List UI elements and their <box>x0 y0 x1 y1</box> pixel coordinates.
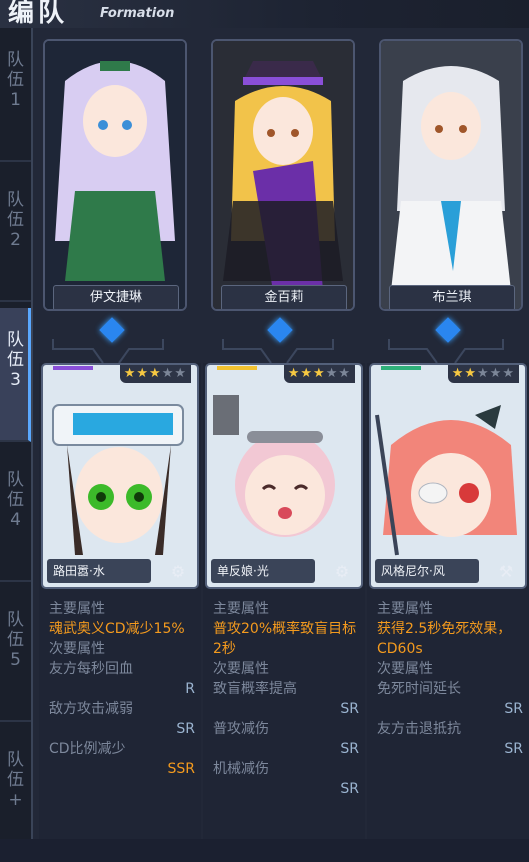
equipment-card-1[interactable]: ★★★★★ 路田嚣·水 ⚙ 主要属性 魂武奥义CD减少15% 次要属性 友方每秒… <box>39 363 201 839</box>
equipment-art <box>213 395 335 537</box>
sub-attr-text: 致盲概率提高 <box>213 681 297 697</box>
equipment-stats: 主要属性 普攻20%概率致盲目标2秒 次要属性 致盲概率提高 SR 普攻减伤 S… <box>213 599 359 799</box>
sub-attr-header: 次要属性 <box>49 641 105 657</box>
sub-attr-text: 友方击退抵抗 <box>377 721 461 737</box>
equipment-art <box>52 404 184 555</box>
sub-attr-grade: SR <box>176 721 195 737</box>
main-attr-header: 主要属性 <box>49 601 105 617</box>
sub-attr-text: 友方每秒回血 <box>49 661 133 677</box>
character-card-2[interactable]: 金百莉 <box>211 39 355 343</box>
star-rating: ★★★★★ <box>283 365 355 383</box>
main-attr-value: 魂武奥义CD减少15% <box>49 621 185 637</box>
sub-attr-grade: SSR <box>167 761 195 777</box>
character-portrait-art <box>45 41 185 309</box>
sub-attr-grade: SR <box>504 741 523 757</box>
equipment-name: 单反娘·光 <box>211 559 315 583</box>
star-rating: ★★★★★ <box>447 365 519 383</box>
sub-attr-grade: SR <box>340 701 359 717</box>
main-attr-value: 普攻20%概率致盲目标2秒 <box>213 621 357 657</box>
equipment-name: 路田嚣·水 <box>47 559 151 583</box>
character-name: 布兰琪 <box>389 285 515 309</box>
sub-attr-text: 普攻减伤 <box>213 721 269 737</box>
tab-team-add[interactable]: 队 伍 + <box>0 728 31 862</box>
sub-attr-grade: SR <box>340 781 359 797</box>
equipment-stats: 主要属性 魂武奥义CD减少15% 次要属性 友方每秒回血 R 敌方攻击减弱 SR… <box>49 599 195 779</box>
character-portrait: 布兰琪 <box>379 39 523 311</box>
formation-panel: 伊文捷琳 金百莉 布兰琪 ★★★★★ 路田嚣·水 ⚙ 主要属性 魂武奥义CD减少… <box>33 28 529 839</box>
character-card-1[interactable]: 伊文捷琳 <box>43 39 187 343</box>
hammer-icon[interactable]: ⚒ <box>495 561 517 583</box>
tab-team-1[interactable]: 队 伍 1 <box>0 28 31 162</box>
character-name: 金百莉 <box>221 285 347 309</box>
tab-label: 队 伍 1 <box>7 50 24 110</box>
rarity-bar <box>53 366 93 370</box>
tab-team-3[interactable]: 队 伍 3 <box>0 308 31 442</box>
character-portrait-art <box>381 41 521 309</box>
sub-attr-header: 次要属性 <box>213 661 269 677</box>
character-name: 伊文捷琳 <box>53 285 179 309</box>
equipment-portrait: ★★★★★ 单反娘·光 ⚙ <box>205 363 363 589</box>
sub-attr-grade: R <box>185 681 195 697</box>
equipment-card-3[interactable]: ★★★★★ 风格尼尔·风 ⚒ 主要属性 获得2.5秒免死效果，CD60s 次要属… <box>367 363 529 839</box>
character-portrait: 金百莉 <box>211 39 355 311</box>
character-portrait: 伊文捷琳 <box>43 39 187 311</box>
sub-attr-text: 机械减伤 <box>213 761 269 777</box>
main-attr-header: 主要属性 <box>377 601 433 617</box>
character-portrait-art <box>213 41 353 309</box>
rarity-bar <box>217 366 257 370</box>
sub-attr-grade: SR <box>340 741 359 757</box>
sub-attr-text: 敌方攻击减弱 <box>49 701 133 717</box>
rarity-bar <box>381 366 421 370</box>
sub-attr-text: 免死时间延长 <box>377 681 461 697</box>
equipment-name: 风格尼尔·风 <box>375 559 479 583</box>
sub-attr-text: CD比例减少 <box>49 741 126 757</box>
tab-team-2[interactable]: 队 伍 2 <box>0 168 31 302</box>
tab-team-4[interactable]: 队 伍 4 <box>0 448 31 582</box>
gear-icon[interactable]: ⚙ <box>167 561 189 583</box>
top-bar: 编队 Formation <box>0 0 529 29</box>
star-rating: ★★★★★ <box>119 365 191 383</box>
main-attr-value: 获得2.5秒免死效果，CD60s <box>377 621 512 657</box>
team-sidebar: 队 伍 1 队 伍 2 队 伍 3 队 伍 4 队 伍 5 队 伍 + <box>0 28 33 839</box>
equipment-portrait: ★★★★★ 风格尼尔·风 ⚒ <box>369 363 527 589</box>
tab-label: 队 伍 5 <box>7 610 24 670</box>
tab-label: 队 伍 4 <box>7 470 24 530</box>
page-subtitle: Formation <box>100 6 175 21</box>
equipment-portrait: ★★★★★ 路田嚣·水 ⚙ <box>41 363 199 589</box>
character-card-3[interactable]: 布兰琪 <box>379 39 523 343</box>
tab-label: 队 伍 + <box>7 750 24 810</box>
tab-label: 队 伍 3 <box>7 330 24 390</box>
main-attr-header: 主要属性 <box>213 601 269 617</box>
equipment-card-2[interactable]: ★★★★★ 单反娘·光 ⚙ 主要属性 普攻20%概率致盲目标2秒 次要属性 致盲… <box>203 363 365 839</box>
tab-team-5[interactable]: 队 伍 5 <box>0 588 31 722</box>
gear-icon[interactable]: ⚙ <box>331 561 353 583</box>
sub-attr-grade: SR <box>504 701 523 717</box>
equipment-stats: 主要属性 获得2.5秒免死效果，CD60s 次要属性 免死时间延长 SR 友方击… <box>377 599 523 759</box>
sub-attr-header: 次要属性 <box>377 661 433 677</box>
tab-label: 队 伍 2 <box>7 190 24 250</box>
equipment-art <box>375 405 517 556</box>
page-title: 编队 <box>8 0 69 28</box>
